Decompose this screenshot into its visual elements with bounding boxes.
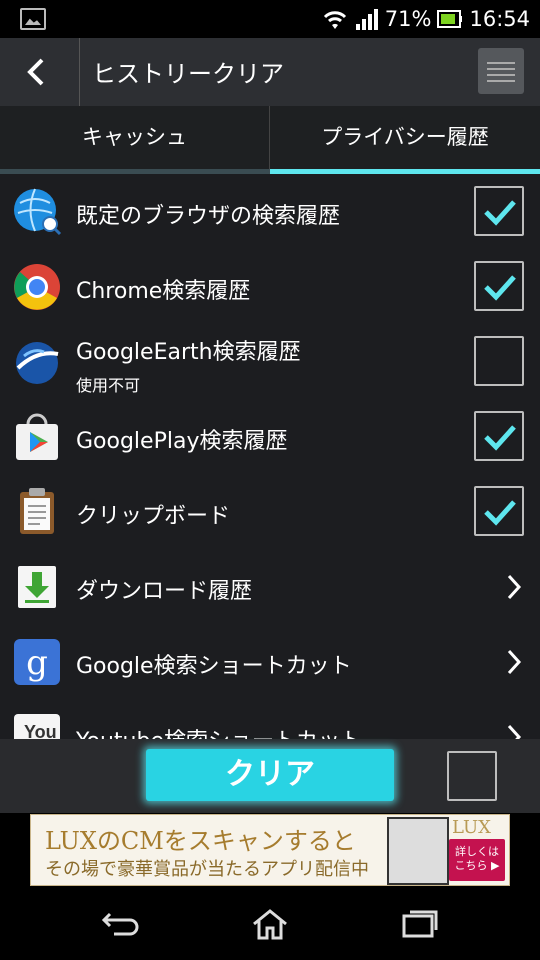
image-icon xyxy=(20,8,46,30)
list-item-label: Youtube検索ショートカット xyxy=(76,723,362,739)
battery-percent: 71% xyxy=(384,7,432,31)
list-item-google-earth[interactable]: GoogleEarth検索履歴 使用不可 xyxy=(0,324,540,399)
tab-privacy-history[interactable]: プライバシー履歴 xyxy=(270,106,540,174)
select-all-checkbox[interactable] xyxy=(447,751,497,801)
ad-headline: LUXのCMをスキャンすると xyxy=(45,827,356,855)
list-item-label: 既定のブラウザの検索履歴 xyxy=(76,204,341,229)
youtube-icon: You xyxy=(14,714,60,739)
google-search-icon: g xyxy=(14,639,60,685)
ad-phone-image xyxy=(387,817,449,885)
svg-text:g: g xyxy=(26,643,48,683)
ad-subline: その場で豪華賞品が当たるアプリ配信中 xyxy=(45,859,369,880)
recent-apps-icon[interactable] xyxy=(400,908,440,938)
battery-icon xyxy=(437,7,463,31)
list-item-label: クリップボード xyxy=(76,504,231,529)
svg-text:You: You xyxy=(24,722,57,739)
list-item-label: GoogleEarth検索履歴 xyxy=(76,340,301,365)
checkbox-google-earth[interactable] xyxy=(474,336,524,386)
chrome-icon xyxy=(14,264,60,310)
download-icon xyxy=(18,566,56,608)
action-bar: ヒストリークリア xyxy=(0,38,540,106)
check-icon xyxy=(484,200,516,226)
list-item-youtube-search-shortcut[interactable]: You Youtube検索ショートカット xyxy=(0,699,540,739)
home-icon[interactable] xyxy=(250,908,290,940)
check-icon xyxy=(484,425,516,451)
clock: 16:54 xyxy=(469,7,530,31)
checkbox-clipboard[interactable] xyxy=(474,486,524,536)
ad-logo: LUX xyxy=(452,817,491,838)
page-title: ヒストリークリア xyxy=(92,60,284,88)
google-play-icon xyxy=(16,413,58,460)
browser-globe-icon xyxy=(14,188,62,236)
chevron-right-icon xyxy=(507,574,522,600)
google-earth-icon xyxy=(16,342,59,384)
menu-icon xyxy=(487,62,515,64)
list-item-label: ダウンロード履歴 xyxy=(76,579,253,604)
chevron-right-icon xyxy=(507,649,522,675)
back-icon[interactable] xyxy=(100,908,140,938)
list-item-label: GooglePlay検索履歴 xyxy=(76,429,288,454)
list-item-label: Chrome検索履歴 xyxy=(76,279,251,304)
checkbox-default-browser[interactable] xyxy=(474,186,524,236)
list-item-google-search-shortcut[interactable]: g Google検索ショートカット xyxy=(0,624,540,699)
menu-button[interactable] xyxy=(478,48,524,94)
checkbox-google-play[interactable] xyxy=(474,411,524,461)
clipboard-icon xyxy=(20,488,54,534)
clear-button[interactable]: クリア xyxy=(146,749,394,801)
checkbox-chrome[interactable] xyxy=(474,261,524,311)
wifi-icon xyxy=(321,7,349,31)
list-item-default-browser[interactable]: 既定のブラウザの検索履歴 xyxy=(0,174,540,249)
list-item-download-history[interactable]: ダウンロード履歴 xyxy=(0,549,540,624)
list-item-chrome[interactable]: Chrome検索履歴 xyxy=(0,249,540,324)
back-button[interactable] xyxy=(0,38,80,106)
list-item-google-play[interactable]: GooglePlay検索履歴 xyxy=(0,399,540,474)
status-bar: 71% 16:54 xyxy=(0,0,540,38)
signal-icon xyxy=(355,7,379,31)
ad-banner[interactable]: LUXのCMをスキャンすると その場で豪華賞品が当たるアプリ配信中 LUX 詳し… xyxy=(30,814,510,886)
chevron-right-icon xyxy=(507,724,522,739)
back-arrow-icon xyxy=(27,58,44,86)
list-item-label: Google検索ショートカット xyxy=(76,654,352,679)
system-nav-bar xyxy=(0,886,540,960)
ad-details-button[interactable]: 詳しくは こちら ▶ xyxy=(449,839,505,881)
tab-cache[interactable]: キャッシュ xyxy=(0,106,270,174)
bottom-action-bar: クリア xyxy=(0,739,540,813)
tab-bar: キャッシュ プライバシー履歴 xyxy=(0,106,540,174)
history-list: 既定のブラウザの検索履歴 Chrome検索履歴 GoogleEarth検索履歴 … xyxy=(0,174,540,739)
list-item-sublabel: 使用不可 xyxy=(76,376,141,395)
check-icon xyxy=(484,275,516,301)
check-icon xyxy=(484,500,516,526)
list-item-clipboard[interactable]: クリップボード xyxy=(0,474,540,549)
